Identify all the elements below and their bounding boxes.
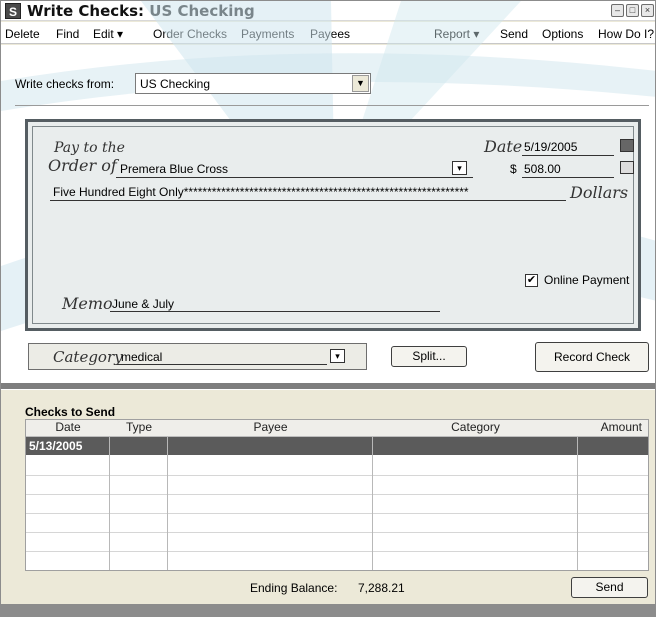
category-dropdown-icon[interactable]: ▾: [330, 349, 345, 363]
grid-line: [26, 513, 648, 514]
quicken-app-icon: S: [5, 3, 21, 19]
write-checks-window: S Write Checks: US Checking – □ × Delete…: [0, 0, 656, 617]
menu-options[interactable]: Options: [542, 27, 583, 41]
check-form: Pay to the Order of Premera Blue Cross ▾…: [25, 119, 641, 331]
grid-column-line: [577, 437, 578, 570]
category-underline: [117, 364, 327, 365]
pay-to-label-line2: Order of: [48, 156, 117, 175]
payee-dropdown-icon[interactable]: ▾: [452, 161, 467, 175]
amount-underline: [522, 177, 614, 178]
window-title: Write Checks: US Checking: [27, 2, 255, 20]
grid-column-line: [167, 437, 168, 570]
date-underline: [522, 155, 614, 156]
menu-report[interactable]: Report ▾: [434, 27, 479, 41]
window-bottom-border: [1, 604, 655, 616]
close-icon[interactable]: ×: [641, 4, 654, 17]
category-label: Category: [53, 348, 123, 366]
pay-to-label-line1: Pay to the: [54, 140, 125, 156]
record-check-button[interactable]: Record Check: [535, 342, 649, 372]
date-field[interactable]: 5/19/2005: [524, 140, 577, 154]
grid-line: [26, 494, 648, 495]
column-header-payee[interactable]: Payee: [168, 420, 373, 437]
memo-underline: [110, 311, 440, 312]
grid-line: [26, 475, 648, 476]
row-date: 5/13/2005: [29, 439, 83, 453]
panel-separator: [1, 383, 655, 389]
dollars-label: Dollars: [570, 183, 629, 202]
menu-edit[interactable]: Edit ▾: [93, 27, 123, 41]
split-button[interactable]: Split...: [391, 346, 467, 367]
memo-field[interactable]: June & July: [112, 297, 174, 311]
column-header-date[interactable]: Date: [26, 420, 110, 437]
account-select-value: US Checking: [140, 77, 211, 91]
amount-in-words: Five Hundred Eight Only*****************…: [53, 185, 469, 199]
column-header-amount[interactable]: Amount: [578, 420, 648, 437]
menu-delete[interactable]: Delete: [5, 27, 40, 41]
grid-line: [26, 532, 648, 533]
payee-field[interactable]: Premera Blue Cross: [120, 162, 228, 176]
menu-payees[interactable]: Payees: [310, 27, 350, 41]
minimize-icon[interactable]: –: [611, 4, 624, 17]
menu-how-do-i[interactable]: How Do I?: [598, 27, 654, 41]
menu-payments[interactable]: Payments: [241, 27, 294, 41]
chevron-down-icon[interactable]: ▼: [352, 75, 369, 92]
checks-to-send-title: Checks to Send: [25, 405, 116, 419]
grid-column-line: [109, 437, 110, 570]
ending-balance-label: Ending Balance:: [250, 581, 338, 595]
category-bar: Category medical ▾: [28, 343, 367, 370]
maximize-icon[interactable]: □: [626, 4, 639, 17]
online-payment-checkbox[interactable]: ✔: [525, 274, 538, 287]
amount-field[interactable]: 508.00: [524, 162, 561, 176]
date-label: Date: [484, 137, 523, 156]
title-bar: S Write Checks: US Checking – □ ×: [1, 1, 655, 21]
calendar-icon[interactable]: [620, 139, 634, 152]
menu-order-checks[interactable]: Order Checks: [153, 27, 227, 41]
calculator-icon[interactable]: [620, 161, 634, 174]
write-checks-from-label: Write checks from:: [15, 77, 115, 91]
online-payment-label: Online Payment: [544, 273, 630, 287]
column-header-type[interactable]: Type: [110, 420, 168, 437]
menu-send[interactable]: Send: [500, 27, 528, 41]
memo-label: Memo: [62, 294, 113, 313]
send-button[interactable]: Send: [571, 577, 648, 598]
table-row[interactable]: 5/13/2005: [26, 437, 648, 455]
grid-line: [26, 551, 648, 552]
dollar-sign-label: $: [510, 162, 517, 176]
category-field[interactable]: medical: [121, 350, 162, 364]
grid-column-line: [372, 437, 373, 570]
amount-words-underline: [50, 200, 566, 201]
menu-find[interactable]: Find: [56, 27, 79, 41]
checks-to-send-table: Date Type Payee Category Amount 5/13/200…: [25, 419, 649, 571]
payee-underline: [116, 177, 473, 178]
column-header-category[interactable]: Category: [373, 420, 578, 437]
account-select[interactable]: US Checking ▼: [135, 73, 371, 94]
menu-bar: Delete Find Edit ▾ Order Checks Payments…: [1, 22, 655, 44]
divider: [15, 105, 649, 106]
ending-balance-value: 7,288.21: [358, 581, 405, 595]
